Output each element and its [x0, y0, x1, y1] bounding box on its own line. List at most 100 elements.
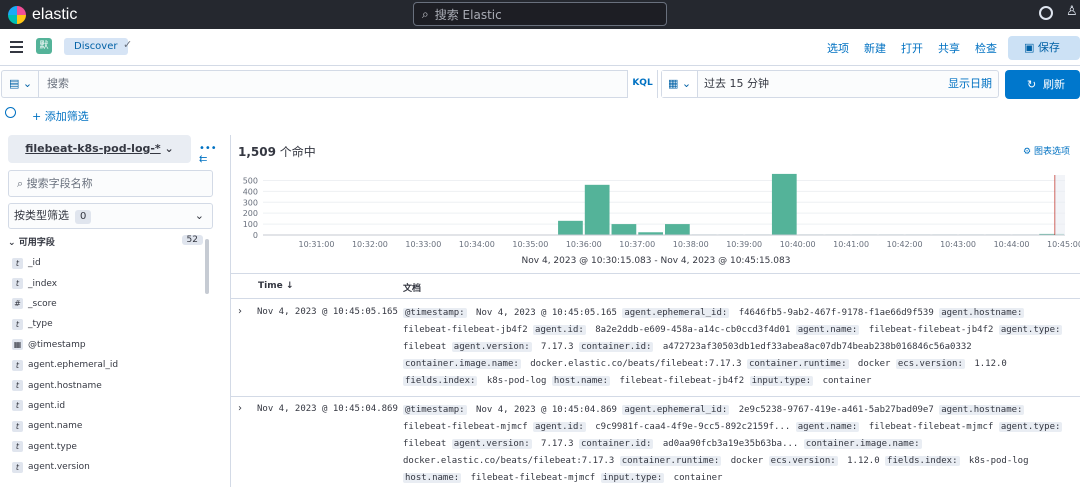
x-tick-label: 10:33:00	[405, 240, 441, 249]
row-document: @timestamp: Nov 4, 2023 @ 10:45:05.165 a…	[403, 308, 1063, 386]
kql-toggle[interactable]: KQL	[627, 70, 657, 98]
saved-query-button[interactable]: ▤ ⌄	[1, 70, 39, 98]
x-tick-label: 10:44:00	[994, 240, 1030, 249]
available-fields-label: 可用字段	[18, 238, 55, 248]
field-name: _index	[28, 278, 58, 289]
search-icon: ⌕	[422, 6, 429, 21]
time-column-header[interactable]: Time ↓	[258, 281, 293, 291]
x-tick-label: 10:39:00	[726, 240, 762, 249]
global-search-input[interactable]: ⌕ 搜索 Elastic	[413, 2, 667, 26]
chart-bar	[611, 224, 637, 235]
available-fields-header[interactable]: ⌄ 可用字段 52	[8, 235, 203, 249]
date-picker[interactable]: ▦ ⌄ 过去 15 分钟 显示日期	[661, 70, 999, 98]
add-filter-button[interactable]: + 添加筛选	[32, 108, 89, 124]
chart-bar	[771, 173, 797, 235]
x-tick-label: 10:31:00	[298, 240, 334, 249]
field-item[interactable]: t agent.type	[12, 437, 202, 457]
elastic-logo-icon	[8, 5, 26, 24]
document-column-header: 文档	[403, 284, 422, 294]
field-item[interactable]: t _id	[12, 253, 202, 273]
breadcrumb[interactable]: Discover	[64, 38, 128, 55]
available-count-badge: 52	[181, 235, 203, 245]
field-item[interactable]: t _index	[12, 273, 202, 293]
expand-row-icon[interactable]: ›	[238, 306, 242, 317]
hit-count-suffix: 个命中	[279, 145, 316, 159]
sidebar-scrollbar[interactable]	[205, 239, 209, 294]
field-name: @timestamp	[28, 339, 86, 350]
x-tick-label: 10:32:00	[352, 240, 388, 249]
refresh-label: 刷新	[1043, 78, 1065, 91]
refresh-button[interactable]: ↻ 刷新	[1005, 70, 1080, 99]
space-avatar[interactable]: 默	[36, 38, 52, 54]
menu-icon[interactable]	[10, 41, 23, 53]
chart-options-button[interactable]: ⚙ 图表选项	[1023, 144, 1070, 157]
y-tick-label: 0	[253, 231, 258, 240]
string-type-icon: t	[12, 441, 23, 453]
chart-bar	[558, 220, 583, 235]
filter-by-type-label: 按类型筛选	[14, 209, 69, 222]
field-search-placeholder: 搜索字段名称	[26, 177, 93, 190]
string-type-icon: t	[12, 461, 23, 473]
field-item[interactable]: t agent.version	[12, 457, 202, 477]
show-dates-link[interactable]: 显示日期	[948, 71, 992, 97]
field-item[interactable]: # _score	[12, 294, 202, 314]
gear-icon: ⚙	[1023, 147, 1034, 157]
string-type-icon: t	[12, 380, 23, 392]
string-type-icon: t	[12, 278, 23, 290]
histogram-chart[interactable]: 0 100 200 300 400 500 10:31:00 10:32:00 10:33:00…	[231, 173, 1080, 265]
field-item[interactable]: t agent.name	[12, 416, 202, 436]
index-pattern-selector[interactable]: filebeat-k8s-pod-log-* ⌄	[8, 135, 191, 163]
search-icon: ⌕	[17, 177, 27, 190]
elastic-logo[interactable]: elastic	[8, 5, 77, 24]
options-link[interactable]: 选项	[827, 40, 849, 56]
index-pattern-name: filebeat-k8s-pod-log-*	[25, 142, 161, 155]
partial-bucket	[1055, 175, 1065, 235]
filter-count-badge: 0	[75, 210, 92, 224]
chart-bar	[584, 184, 610, 235]
number-type-icon: #	[12, 298, 23, 310]
top-header: elastic ⌕ 搜索 Elastic ♙	[0, 0, 1080, 29]
string-type-icon: t	[12, 359, 23, 371]
field-item[interactable]: t agent.ephemeral_id	[12, 355, 202, 375]
expand-row-icon[interactable]: ›	[238, 403, 242, 414]
share-link[interactable]: 共享	[938, 40, 960, 56]
sort-arrow-icon: ↓	[285, 281, 294, 291]
x-tick-label: 10:40:00	[780, 240, 816, 249]
filter-by-type-button[interactable]: 按类型筛选 0 ⌄	[8, 203, 213, 229]
string-type-icon: t	[12, 257, 23, 269]
y-tick-label: 200	[243, 209, 258, 218]
field-name: agent.version	[28, 462, 90, 473]
time-column-label: Time	[258, 281, 283, 291]
field-item[interactable]: t agent.hostname	[12, 375, 202, 395]
chevron-down-icon: ⌄	[8, 238, 19, 248]
open-link[interactable]: 打开	[901, 40, 923, 56]
filter-menu-icon[interactable]	[5, 107, 16, 118]
y-tick-label: 500	[243, 176, 258, 185]
x-tick-label: 10:38:00	[673, 240, 709, 249]
user-menu-icon[interactable]: ♙	[1066, 4, 1078, 19]
string-type-icon: t	[12, 420, 23, 432]
field-item[interactable]: t agent.id	[12, 396, 202, 416]
refresh-icon: ↻	[1027, 78, 1037, 91]
table-row: › Nov 4, 2023 @ 10:45:05.165 @timestamp:…	[231, 300, 1080, 397]
x-tick-label: 10:42:00	[887, 240, 923, 249]
help-icon[interactable]	[1039, 6, 1053, 20]
inspect-link[interactable]: 检查	[975, 40, 997, 56]
new-link[interactable]: 新建	[864, 40, 886, 56]
x-tick-label: 10:43:00	[940, 240, 976, 249]
string-type-icon: t	[12, 400, 23, 412]
field-item[interactable]: ▦ @timestamp	[12, 335, 202, 355]
save-button[interactable]: ▣ 保存	[1008, 36, 1080, 60]
field-name: _type	[28, 319, 53, 330]
calendar-icon: ▦	[12, 339, 23, 351]
field-sidebar: filebeat-k8s-pod-log-* ⌄ ••• ⇇ ⌕ 搜索字段名称 …	[0, 135, 220, 487]
field-item[interactable]: t _type	[12, 314, 202, 334]
field-search-input[interactable]: ⌕ 搜索字段名称	[8, 170, 213, 197]
global-search-placeholder: 搜索 Elastic	[434, 7, 502, 22]
x-tick-label: 10:36:00	[566, 240, 602, 249]
time-range[interactable]: 过去 15 分钟	[704, 71, 769, 97]
sidebar-options-icon[interactable]: ••• ⇇	[199, 143, 220, 165]
query-input[interactable]: 搜索	[38, 70, 658, 98]
row-document: @timestamp: Nov 4, 2023 @ 10:45:04.869 a…	[403, 405, 1063, 483]
calendar-icon[interactable]: ▦ ⌄	[662, 71, 698, 97]
